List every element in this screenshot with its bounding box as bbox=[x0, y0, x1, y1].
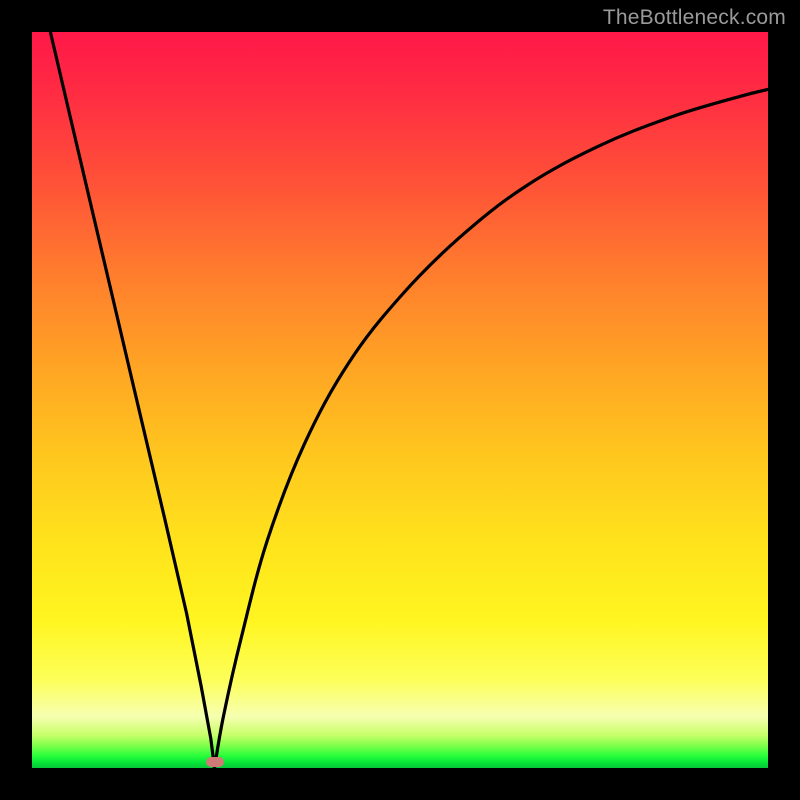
plot-area bbox=[32, 32, 768, 768]
chart-frame: TheBottleneck.com bbox=[0, 0, 800, 800]
optimum-marker bbox=[206, 757, 224, 767]
watermark-text: TheBottleneck.com bbox=[603, 6, 786, 30]
bottleneck-curve bbox=[32, 32, 768, 768]
curve-path bbox=[50, 32, 768, 768]
